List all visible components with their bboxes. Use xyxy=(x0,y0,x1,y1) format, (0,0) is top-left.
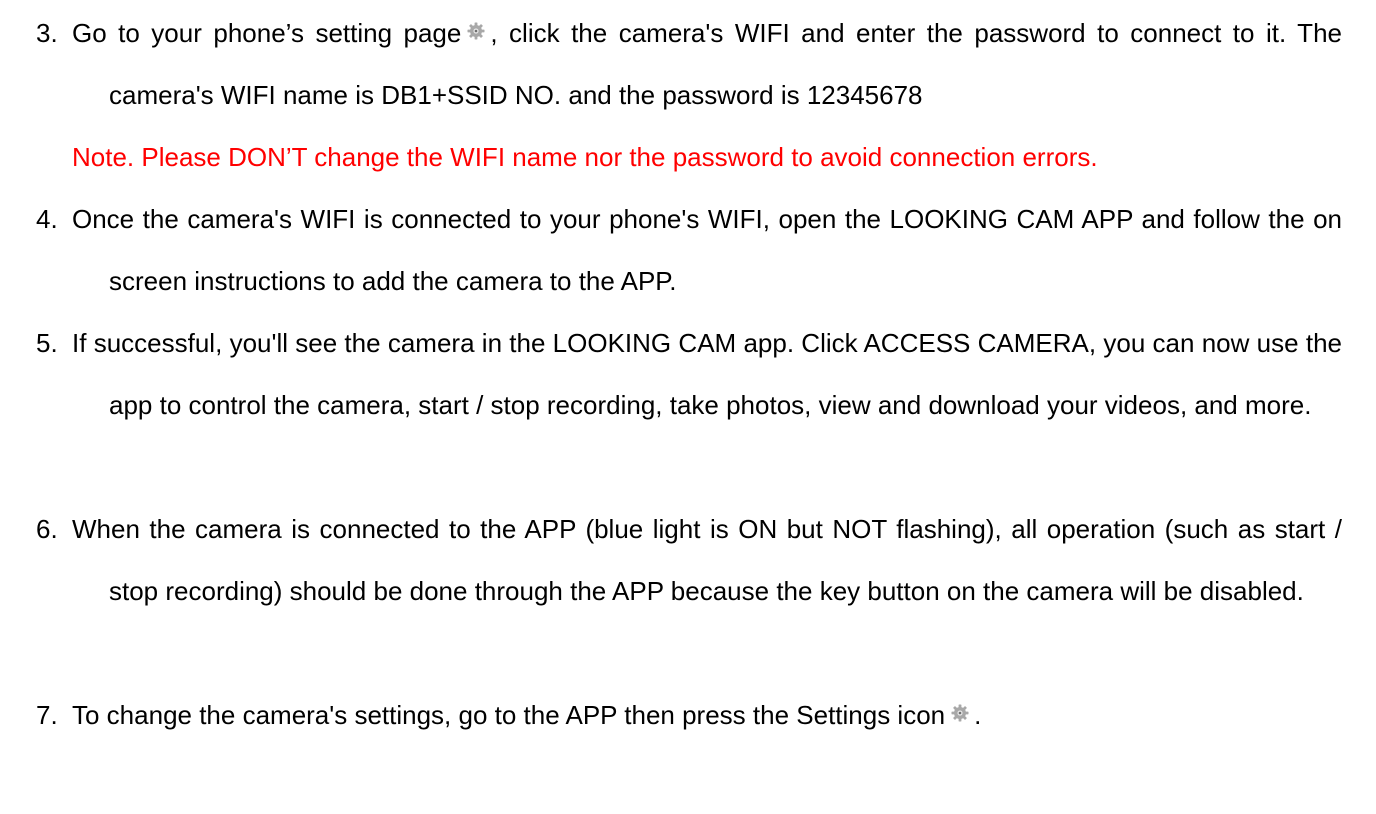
step-text: To change the camera's settings, go to t… xyxy=(72,684,1342,746)
instruction-document: 3. Go to your phone’s setting page, clic… xyxy=(0,0,1376,814)
step-number: 4. xyxy=(36,204,58,234)
step-number: 7. xyxy=(36,700,58,730)
settings-gear-icon xyxy=(467,22,485,40)
warning-note: Note. Please DON’T change the WIFI name … xyxy=(72,142,1098,172)
step-number: 3. xyxy=(36,18,58,48)
step-text: Go to your phone’s setting page, click t… xyxy=(72,2,1342,188)
step-7: 7. To change the camera's settings, go t… xyxy=(36,684,1342,746)
step-4: 4. Once the camera's WIFI is connected t… xyxy=(36,188,1342,312)
step-text-part: . xyxy=(974,700,982,730)
step-text-part: To change the camera's settings, go to t… xyxy=(72,700,946,730)
step-5: 5. If successful, you'll see the camera … xyxy=(36,312,1342,436)
step-number: 5. xyxy=(36,328,58,358)
settings-gear-icon xyxy=(951,704,969,722)
step-3: 3. Go to your phone’s setting page, clic… xyxy=(36,2,1342,188)
step-text: When the camera is connected to the APP … xyxy=(72,514,1342,606)
step-text: If successful, you'll see the camera in … xyxy=(72,328,1342,420)
step-6: 6. When the camera is connected to the A… xyxy=(36,498,1342,622)
step-number: 6. xyxy=(36,514,58,544)
step-text-part: Go to your phone’s setting page xyxy=(72,18,462,48)
step-text: Once the camera's WIFI is connected to y… xyxy=(72,204,1342,296)
